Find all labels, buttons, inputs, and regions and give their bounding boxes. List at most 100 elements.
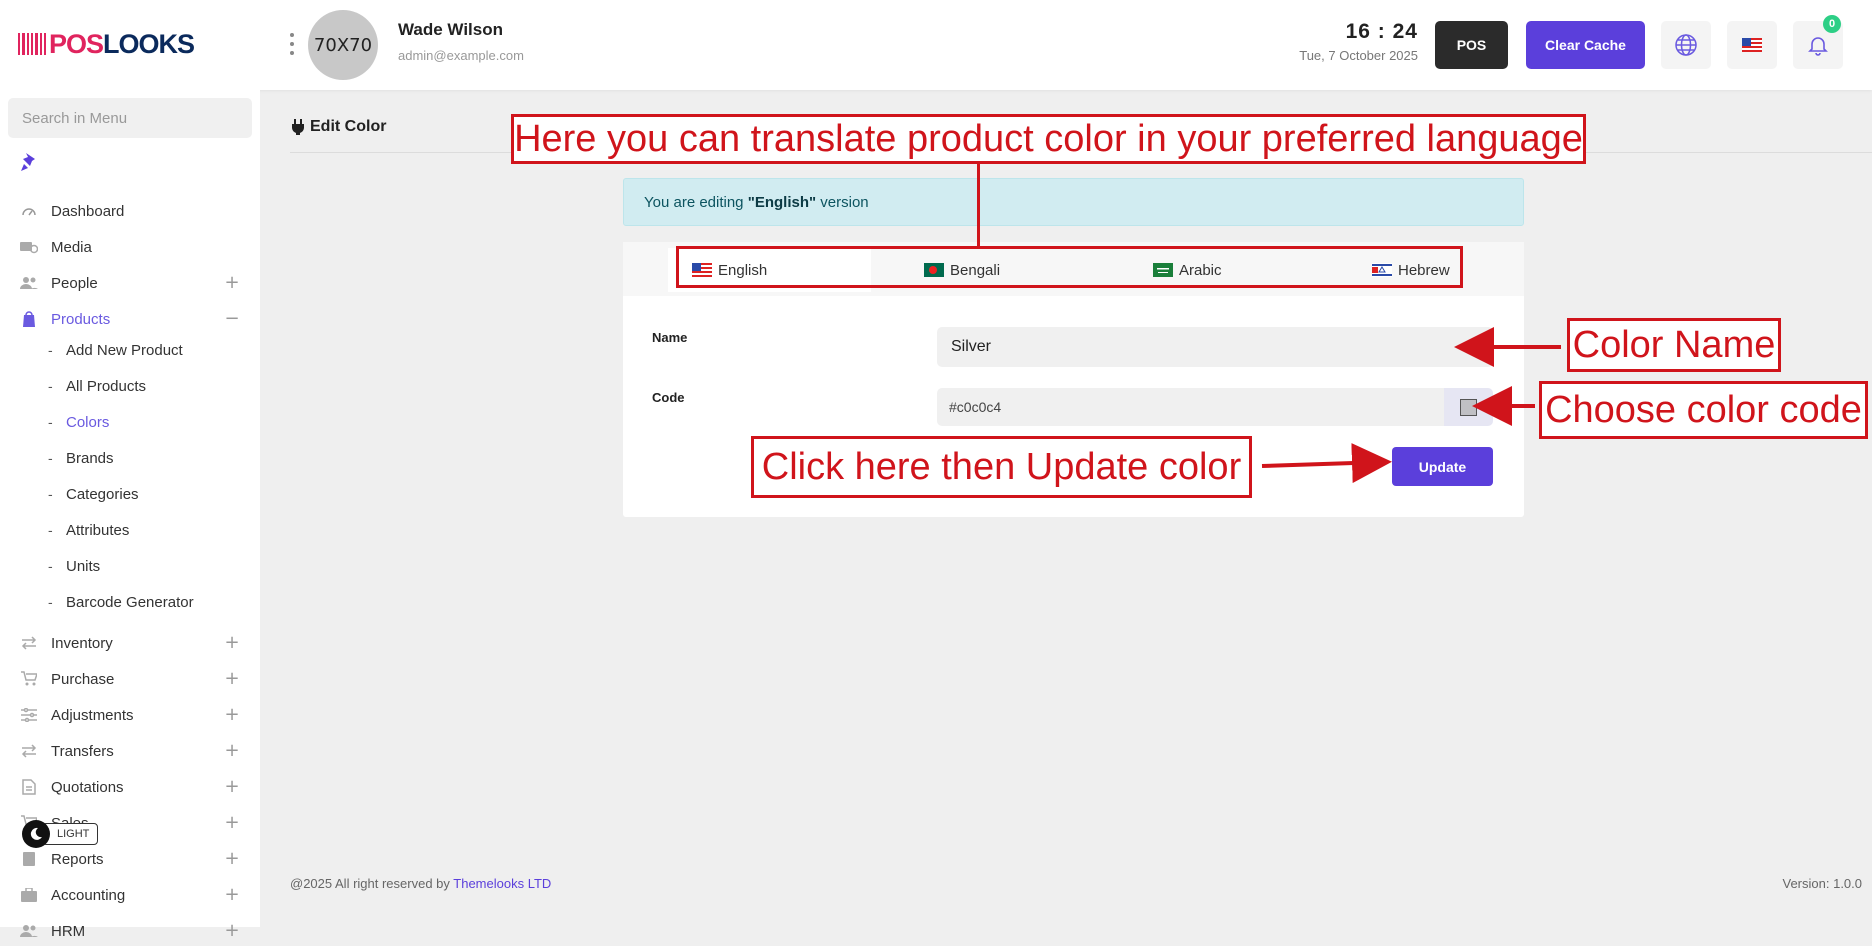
sidebar-item-label: Accounting	[51, 886, 126, 904]
globe-icon	[1675, 34, 1697, 56]
sidebar-item-inventory[interactable]: Inventory +	[0, 628, 260, 658]
avatar[interactable]: 70X70	[308, 10, 378, 80]
sidebar-item-people[interactable]: People +	[0, 268, 260, 298]
page-title-text: Edit Color	[310, 118, 387, 135]
sidebar-subitem-categories[interactable]: - Categories	[0, 479, 260, 509]
footer-version: Version: 1.0.0	[1782, 876, 1863, 891]
color-code-input[interactable]	[937, 388, 1444, 426]
people-icon	[20, 274, 38, 292]
sidebar-subitem-add-new-product[interactable]: - Add New Product	[0, 335, 260, 365]
expand-icon[interactable]: +	[224, 814, 240, 832]
alert-prefix: You are editing	[644, 193, 748, 211]
color-picker[interactable]	[1444, 388, 1493, 426]
briefcase-icon	[20, 886, 38, 904]
sidebar-subitem-label: Units	[66, 557, 101, 575]
expand-icon[interactable]: +	[224, 634, 240, 652]
expand-icon[interactable]: +	[224, 274, 240, 292]
swap-icon	[20, 742, 38, 760]
update-button[interactable]: Update	[1392, 447, 1493, 486]
pos-button[interactable]: POS	[1435, 21, 1508, 69]
sidebar-item-quotations[interactable]: Quotations +	[0, 772, 260, 802]
collapse-icon[interactable]: −	[224, 310, 240, 328]
sidebar-item-label: Reports	[51, 850, 104, 868]
us-flag-icon	[1742, 38, 1762, 52]
alert-language: "English"	[747, 193, 817, 211]
sidebar-item-accounting[interactable]: Accounting +	[0, 880, 260, 910]
company-link[interactable]: Themelooks LTD	[453, 876, 551, 891]
sidebar-item-label: Transfers	[51, 742, 114, 760]
language-button[interactable]	[1661, 21, 1711, 69]
menu-search-input[interactable]	[8, 98, 252, 138]
people-icon	[20, 922, 38, 940]
sidebar-item-label: Quotations	[51, 778, 124, 796]
sidebar-subitem-label: Colors	[66, 413, 110, 431]
sidebar-item-reports[interactable]: Reports +	[0, 844, 260, 874]
sidebar-subitem-attributes[interactable]: - Attributes	[0, 515, 260, 545]
cart-icon	[20, 670, 38, 688]
sidebar-item-dashboard[interactable]: Dashboard	[0, 196, 260, 226]
code-label: Code	[652, 390, 685, 405]
sidebar-subitem-all-products[interactable]: - All Products	[0, 371, 260, 401]
logo[interactable]: POS LOOKS	[18, 29, 195, 59]
sidebar-item-hrm[interactable]: HRM +	[0, 916, 260, 946]
editing-language-alert: You are editing "English" version	[623, 178, 1524, 226]
bell-icon	[1808, 37, 1828, 56]
expand-icon[interactable]: +	[224, 742, 240, 760]
sidebar-item-purchase[interactable]: Purchase +	[0, 664, 260, 694]
notification-badge: 0	[1823, 15, 1841, 33]
color-swatch[interactable]	[1460, 398, 1477, 416]
sidebar-item-label: HRM	[51, 922, 86, 940]
copyright-text: @2025 All right reserved by	[290, 876, 454, 891]
sidebar-subitem-label: Categories	[66, 485, 139, 503]
sidebar-subitem-label: Attributes	[66, 521, 130, 539]
sidebar-item-media[interactable]: Media	[0, 232, 260, 262]
top-header: POS LOOKS 70X70 Wade Wilson admin@example…	[0, 0, 1872, 90]
plug-icon	[292, 119, 304, 135]
expand-icon[interactable]: +	[224, 922, 240, 940]
clear-cache-button[interactable]: Clear Cache	[1526, 21, 1645, 69]
user-email: admin@example.com	[398, 48, 524, 63]
sidebar-item-label: Inventory	[51, 634, 113, 652]
sidebar-item-label: Purchase	[51, 670, 115, 688]
sidebar-item-label: Adjustments	[51, 706, 134, 724]
expand-icon[interactable]: +	[224, 850, 240, 868]
sidebar-subitem-colors[interactable]: - Colors	[0, 407, 260, 437]
document-icon	[20, 778, 38, 796]
annotation-tabs-highlight	[676, 246, 1463, 288]
sidebar-subitem-label: Barcode Generator	[66, 593, 194, 611]
pin-icon[interactable]	[20, 152, 38, 172]
report-icon	[20, 850, 38, 868]
sidebar-item-label: People	[51, 274, 98, 292]
expand-icon[interactable]: +	[224, 670, 240, 688]
alert-suffix: version	[816, 193, 869, 211]
theme-label: LIGHT	[42, 823, 99, 845]
sidebar-item-transfers[interactable]: Transfers +	[0, 736, 260, 766]
annotation-color-code: Choose color code	[1539, 381, 1868, 439]
sidebar-subitem-barcode-generator[interactable]: - Barcode Generator	[0, 587, 260, 617]
sidebar-subitem-units[interactable]: - Units	[0, 551, 260, 581]
annotation-update: Click here then Update color	[751, 436, 1252, 498]
sidebar-item-label: Dashboard	[51, 202, 125, 220]
sidebar-item-adjustments[interactable]: Adjustments +	[0, 700, 260, 730]
sidebar-item-label: Products	[51, 310, 111, 328]
theme-toggle[interactable]: LIGHT	[22, 820, 99, 848]
sidebar-subitem-brands[interactable]: - Brands	[0, 443, 260, 473]
user-name: Wade Wilson	[398, 20, 503, 39]
color-name-input[interactable]	[937, 327, 1493, 367]
date: Tue, 7 October 2025	[1299, 48, 1418, 63]
annotation-connector	[977, 163, 980, 248]
expand-icon[interactable]: +	[224, 886, 240, 904]
barcode-icon	[18, 33, 46, 55]
sidebar-subitem-label: Add New Product	[66, 341, 183, 359]
currency-flag-button[interactable]	[1727, 21, 1777, 69]
sidebar-item-label: Media	[51, 238, 92, 256]
media-icon	[20, 238, 38, 256]
page-title: Edit Color	[292, 118, 386, 136]
gauge-icon	[20, 202, 38, 220]
annotation-color-name: Color Name	[1567, 318, 1781, 372]
sidebar-item-products[interactable]: Products −	[0, 304, 260, 334]
more-vertical-icon[interactable]	[289, 33, 295, 55]
expand-icon[interactable]: +	[224, 778, 240, 796]
expand-icon[interactable]: +	[224, 706, 240, 724]
clock: 16 : 24	[1345, 20, 1418, 43]
